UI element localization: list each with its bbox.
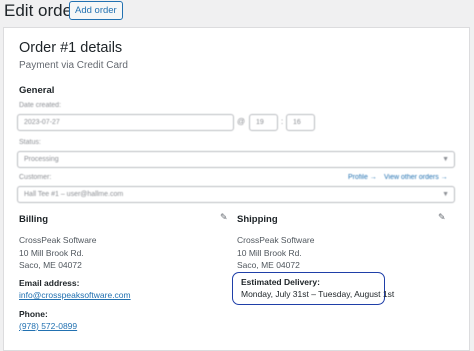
- email-link[interactable]: info@crosspeaksoftware.com: [19, 290, 131, 300]
- estimated-delivery-value: Monday, July 31st – Tuesday, August 1st: [241, 289, 395, 299]
- order-details-panel: Order #1 details Payment via Credit Card…: [3, 27, 470, 351]
- page-title: Edit order: [4, 1, 78, 20]
- status-select[interactable]: Processing ▼: [17, 151, 455, 168]
- shipping-address: CrossPeak Software 10 Mill Brook Rd. Sac…: [237, 234, 314, 272]
- chevron-down-icon: ▼: [442, 191, 449, 198]
- chevron-down-icon: ▼: [442, 156, 449, 163]
- time-colon: :: [281, 117, 284, 126]
- billing-address-line: Saco, ME 04072: [19, 260, 82, 270]
- view-other-orders-link[interactable]: View other orders →: [384, 174, 448, 181]
- order-title: Order #1 details: [19, 40, 123, 56]
- phone-label: Phone:: [19, 309, 48, 319]
- add-order-button[interactable]: Add order: [69, 1, 123, 20]
- estimated-delivery-box: Estimated Delivery: Monday, July 31st – …: [232, 272, 394, 305]
- hour-input[interactable]: 19: [249, 114, 278, 131]
- pencil-icon[interactable]: ✎: [438, 212, 446, 223]
- date-created-input[interactable]: 2023-07-27: [17, 114, 234, 131]
- shipping-heading: Shipping: [237, 214, 278, 225]
- at-separator: @: [237, 117, 246, 126]
- shipping-address-line: Saco, ME 04072: [237, 260, 300, 270]
- status-label: Status:: [19, 139, 41, 146]
- phone-link[interactable]: (978) 572-0899: [19, 321, 77, 331]
- date-created-label: Date created:: [19, 102, 62, 109]
- email-label: Email address:: [19, 278, 80, 288]
- billing-heading: Billing: [19, 214, 49, 225]
- payment-method: Payment via Credit Card: [19, 60, 128, 71]
- general-heading: General: [19, 85, 55, 96]
- estimated-delivery-label: Estimated Delivery:: [241, 277, 320, 287]
- customer-value: Hall Tee #1 – user@hallme.com: [24, 191, 124, 198]
- shipping-address-line: CrossPeak Software: [237, 235, 315, 245]
- minute-input[interactable]: 16: [286, 114, 315, 131]
- customer-profile-link[interactable]: Profile →: [348, 174, 377, 181]
- pencil-icon[interactable]: ✎: [220, 212, 228, 223]
- status-value: Processing: [24, 156, 59, 163]
- billing-address-line: 10 Mill Brook Rd.: [19, 247, 84, 258]
- billing-address: CrossPeak Software 10 Mill Brook Rd. Sac…: [19, 234, 96, 272]
- customer-select[interactable]: Hall Tee #1 – user@hallme.com ▼: [17, 186, 455, 203]
- billing-address-line: CrossPeak Software: [19, 235, 97, 245]
- customer-label: Customer:: [19, 174, 52, 181]
- shipping-address-line: 10 Mill Brook Rd.: [237, 247, 302, 258]
